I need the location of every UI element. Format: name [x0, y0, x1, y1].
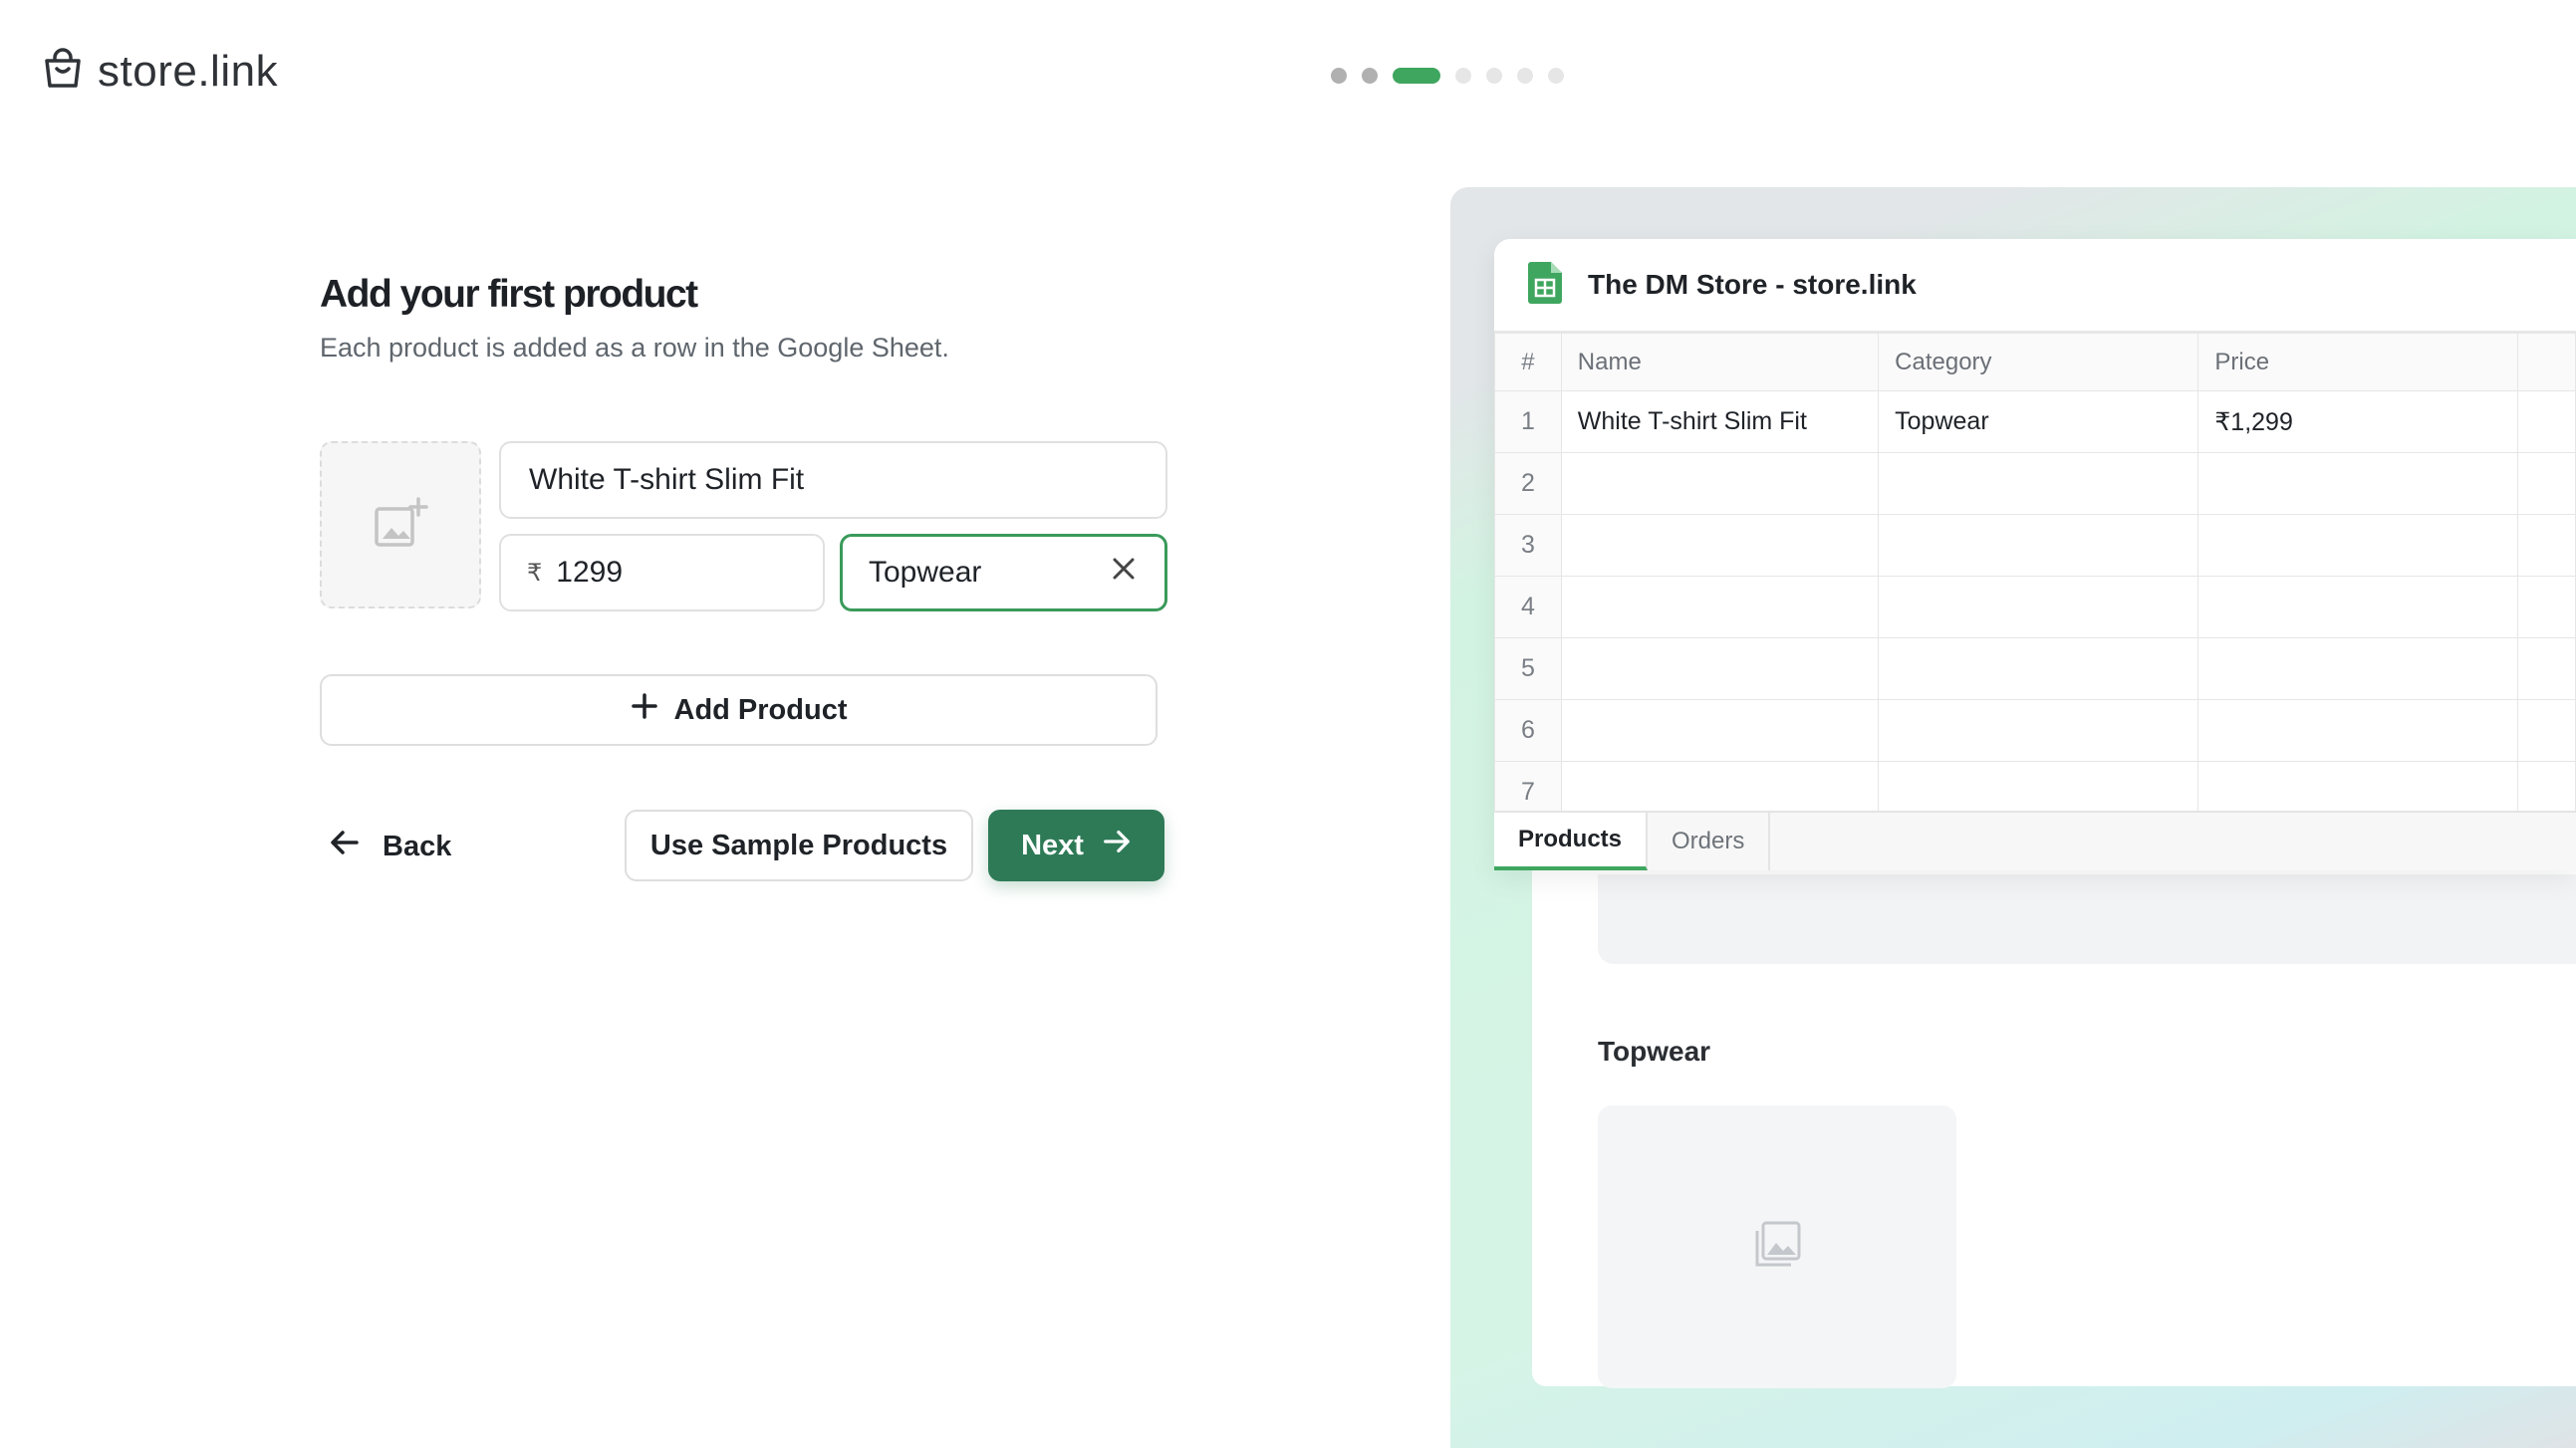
arrow-right-icon — [1102, 827, 1132, 864]
product-price-value: 1299 — [556, 556, 624, 589]
add-image-icon — [373, 495, 428, 556]
cell — [2197, 637, 2518, 700]
cell — [1560, 452, 1880, 515]
cell-name: White T-shirt Slim Fit — [1560, 390, 1880, 453]
google-sheets-icon — [1528, 261, 1562, 309]
page-subtitle: Each product is added as a row in the Go… — [320, 333, 949, 362]
step-dot-active — [1393, 68, 1440, 84]
clear-icon[interactable] — [1109, 554, 1139, 592]
store-banner — [1598, 874, 2576, 964]
column-header: Price — [2197, 333, 2518, 391]
cell — [2516, 637, 2576, 700]
product-name-input[interactable]: White T-shirt Slim Fit — [499, 441, 1167, 519]
cell — [2516, 514, 2576, 577]
cell — [1560, 514, 1880, 577]
cell — [1878, 452, 2199, 515]
row-number: 3 — [1494, 514, 1562, 577]
arrow-left-icon — [329, 827, 361, 866]
cell — [2516, 452, 2576, 515]
back-button[interactable]: Back — [329, 827, 451, 866]
cell — [2516, 699, 2576, 762]
row-number: 1 — [1494, 390, 1562, 453]
cell — [1560, 576, 1880, 638]
logo[interactable]: store.link — [40, 46, 278, 97]
table-row: 3 — [1494, 514, 2576, 577]
table-row: 4 — [1494, 576, 2576, 638]
cell — [2197, 514, 2518, 577]
step-dot — [1486, 68, 1502, 84]
product-image-upload[interactable] — [320, 441, 481, 608]
store-category-title: Topwear — [1598, 1036, 1711, 1067]
shopping-bag-icon — [40, 46, 86, 97]
google-sheet-preview: The DM Store - store.link # Name Categor… — [1494, 239, 2576, 870]
cell — [1878, 514, 2199, 577]
column-header: # — [1494, 333, 1562, 391]
sheet-title: The DM Store - store.link — [1588, 269, 1917, 300]
cell — [2516, 390, 2576, 453]
cell — [2197, 452, 2518, 515]
next-button[interactable]: Next — [988, 810, 1164, 881]
cell — [1560, 637, 1880, 700]
table-row: 5 — [1494, 637, 2576, 700]
sheet-header-row: # Name Category Price — [1494, 333, 2576, 391]
row-number: 5 — [1494, 637, 1562, 700]
product-name-value: White T-shirt Slim Fit — [529, 463, 805, 496]
step-dot — [1517, 68, 1533, 84]
add-product-button[interactable]: Add Product — [320, 674, 1158, 746]
store-product-card — [1598, 1105, 1956, 1388]
sheet-header: The DM Store - store.link — [1494, 239, 2576, 333]
sample-label: Use Sample Products — [649, 829, 948, 861]
table-row: 1 White T-shirt Slim Fit Topwear ₹1,299 — [1494, 390, 2576, 453]
add-product-label: Add Product — [673, 693, 848, 726]
column-header: Category — [1878, 333, 2199, 391]
next-label: Next — [1021, 829, 1084, 861]
step-dot — [1455, 68, 1471, 84]
column-header — [2516, 333, 2576, 391]
cell-category: Topwear — [1878, 390, 2199, 453]
sheet-grid: # Name Category Price 1 White T-shirt Sl… — [1494, 333, 2576, 824]
product-category-input[interactable]: Topwear — [840, 534, 1167, 611]
cell-price: ₹1,299 — [2197, 390, 2518, 453]
table-row: 2 — [1494, 452, 2576, 515]
plus-icon — [631, 692, 658, 728]
step-progress — [1331, 68, 1564, 84]
cell — [1878, 699, 2199, 762]
back-label: Back — [383, 830, 452, 862]
column-header: Name — [1560, 333, 1880, 391]
tab-orders[interactable]: Orders — [1648, 813, 1771, 870]
row-number: 4 — [1494, 576, 1562, 638]
step-dot — [1362, 68, 1378, 84]
step-dot — [1331, 68, 1347, 84]
currency-symbol: ₹ — [527, 559, 543, 587]
cell — [1560, 699, 1880, 762]
tab-products[interactable]: Products — [1494, 813, 1649, 870]
cell — [2516, 576, 2576, 638]
logo-text: store.link — [98, 46, 279, 96]
row-number: 6 — [1494, 699, 1562, 762]
sheet-tabs: Products Orders — [1494, 811, 2576, 870]
cell — [2197, 576, 2518, 638]
cell — [1878, 637, 2199, 700]
product-price-input[interactable]: ₹ 1299 — [499, 534, 825, 611]
cell — [2197, 699, 2518, 762]
product-category-value: Topwear — [869, 556, 982, 589]
table-row: 6 — [1494, 699, 2576, 762]
cell — [1878, 576, 2199, 638]
use-sample-products-button[interactable]: Use Sample Products — [625, 810, 973, 881]
page-title: Add your first product — [320, 273, 698, 316]
image-placeholder-icon — [1751, 1219, 1803, 1276]
step-dot — [1548, 68, 1564, 84]
row-number: 2 — [1494, 452, 1562, 515]
